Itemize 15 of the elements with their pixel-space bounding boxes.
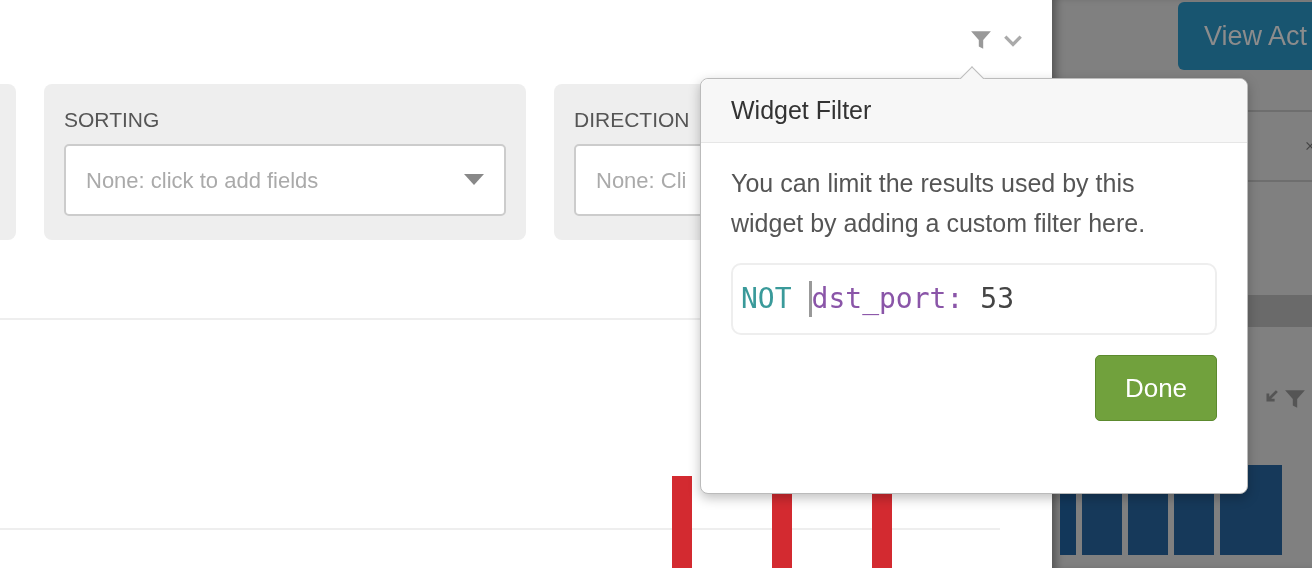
- caret-icon: [464, 174, 484, 186]
- filter-icon[interactable]: [970, 29, 992, 51]
- view-button[interactable]: View Act: [1178, 2, 1312, 70]
- popover-title: Widget Filter: [731, 94, 872, 126]
- query-token: NOT: [741, 281, 792, 317]
- filter-icon[interactable]: [1284, 388, 1306, 410]
- option-label: DIRECTION: [574, 107, 690, 133]
- done-button[interactable]: Done: [1095, 355, 1217, 421]
- query-token: dst_port:: [811, 281, 964, 317]
- query-token: 53: [980, 281, 1014, 317]
- close-icon[interactable]: [1306, 139, 1312, 153]
- select-field[interactable]: None: click to add fields: [64, 144, 506, 216]
- popover-description: You can limit the results used by this widget by adding a custom filter here.: [731, 168, 1147, 239]
- option-label: SORTING: [64, 107, 160, 133]
- query-field[interactable]: NOT dst_port: 53: [731, 263, 1217, 335]
